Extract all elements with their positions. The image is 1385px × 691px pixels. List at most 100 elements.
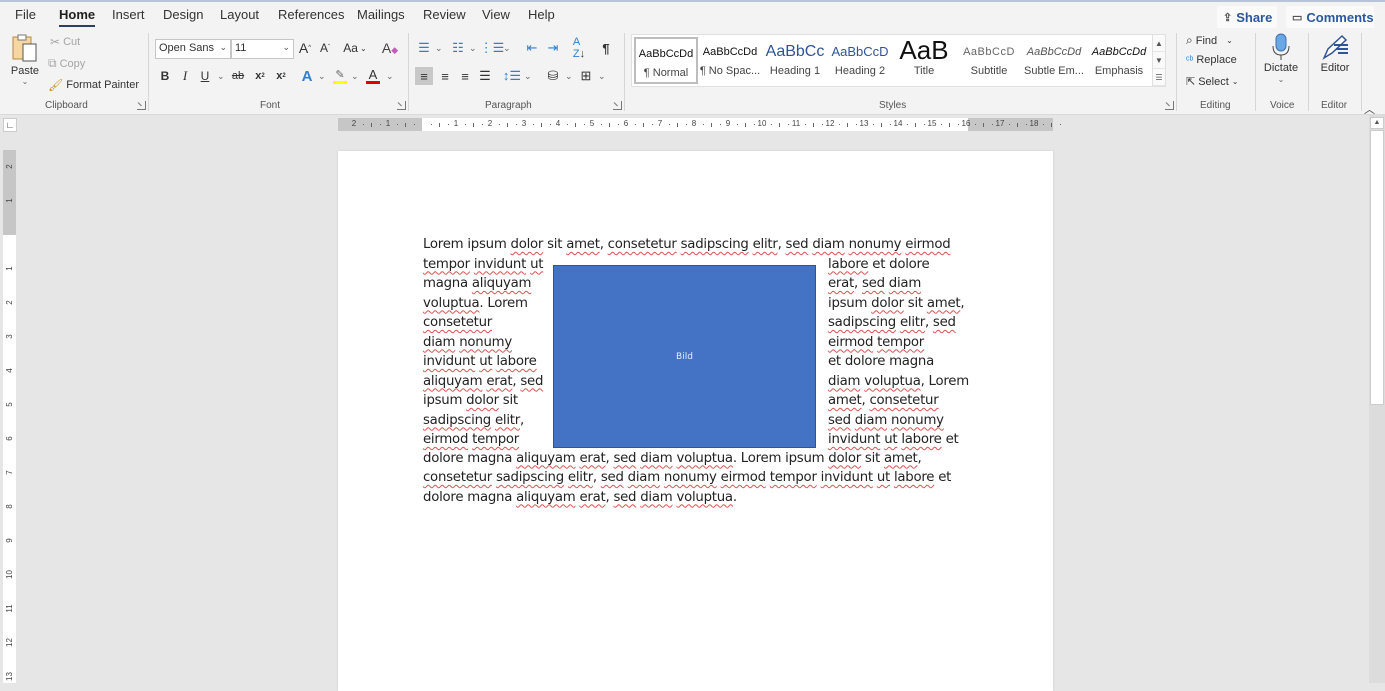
- text-effects-dropdown-icon[interactable]: ⌄: [318, 71, 326, 82]
- highlight-dropdown-icon[interactable]: ⌄: [351, 71, 359, 82]
- select-button[interactable]: ⇱ Select ⌄: [1186, 75, 1239, 89]
- comments-button[interactable]: ▭ Comments: [1286, 6, 1374, 28]
- tab-design[interactable]: Design: [163, 7, 203, 22]
- font-color-dropdown-icon[interactable]: ⌄: [386, 71, 394, 82]
- decrease-indent-button[interactable]: ⇤: [523, 39, 541, 57]
- increase-indent-button[interactable]: ⇥: [544, 39, 562, 57]
- text-line[interactable]: sadipscing elitr,: [423, 413, 524, 428]
- paragraph-dialog-launcher-icon[interactable]: [613, 101, 622, 110]
- font-name-combo[interactable]: Open Sans ⌄: [155, 39, 231, 59]
- font-dialog-launcher-icon[interactable]: [397, 101, 406, 110]
- bold-button[interactable]: B: [156, 67, 174, 85]
- line-spacing-button[interactable]: ↕☰: [503, 67, 521, 85]
- text-line[interactable]: ipsum dolor sit amet,: [828, 296, 965, 311]
- style-subtle-emphasis[interactable]: AaBbCcDd Subtle Em...: [1022, 37, 1086, 84]
- text-line[interactable]: consetetur: [423, 315, 492, 330]
- text-line[interactable]: magna aliquyam: [423, 276, 531, 291]
- italic-button[interactable]: I: [176, 67, 194, 85]
- line-spacing-dropdown-icon[interactable]: ⌄: [524, 71, 532, 82]
- style-subtitle[interactable]: AaBbCcD Subtitle: [957, 37, 1021, 84]
- underline-button[interactable]: U: [196, 67, 214, 85]
- multilevel-dropdown-icon[interactable]: ⌄: [503, 43, 511, 54]
- gallery-more-button[interactable]: ☰: [1153, 69, 1165, 86]
- shrink-font-button[interactable]: Aˇ: [316, 39, 334, 57]
- style-emphasis[interactable]: AaBbCcDd Emphasis: [1087, 37, 1151, 84]
- scroll-thumb[interactable]: [1370, 130, 1384, 405]
- clear-formatting-button[interactable]: A◆: [381, 39, 399, 57]
- document-page[interactable]: Bild Lorem ipsum dolor sit amet, consete…: [338, 151, 1053, 691]
- bullets-dropdown-icon[interactable]: ⌄: [435, 43, 443, 54]
- tab-review[interactable]: Review: [423, 7, 466, 22]
- align-center-button[interactable]: ≡: [436, 67, 454, 85]
- style-title[interactable]: AaB Title: [892, 37, 956, 84]
- numbering-dropdown-icon[interactable]: ⌄: [469, 43, 477, 54]
- tab-mailings[interactable]: Mailings: [357, 7, 405, 22]
- text-line[interactable]: erat, sed diam: [828, 276, 921, 291]
- text-line[interactable]: amet, consetetur: [828, 393, 939, 408]
- tab-layout[interactable]: Layout: [220, 7, 259, 22]
- editor-button[interactable]: Editor: [1316, 33, 1354, 74]
- tab-selector-icon[interactable]: ∟: [3, 118, 17, 132]
- style-heading-2[interactable]: AaBbCcD Heading 2: [828, 37, 892, 84]
- find-button[interactable]: ⌕ Find ⌄: [1186, 33, 1233, 48]
- text-line[interactable]: aliquyam erat, sed: [423, 374, 543, 389]
- vertical-scrollbar[interactable]: ▲: [1369, 115, 1385, 683]
- text-line[interactable]: diam voluptua, Lorem: [828, 374, 969, 389]
- numbering-button[interactable]: ☷: [449, 39, 467, 57]
- text-line[interactable]: consetetur sadipscing elitr, sed diam no…: [423, 470, 951, 485]
- clipboard-dialog-launcher-icon[interactable]: [137, 101, 146, 110]
- font-color-button[interactable]: A: [364, 67, 382, 85]
- text-line[interactable]: dolore magna aliquyam erat, sed diam vol…: [423, 490, 737, 505]
- horizontal-ruler[interactable]: 2 1 1 2 3 4 5 6 7 8 9 10 11 12 13 14 15 16 17 18: [338, 118, 1061, 131]
- show-formatting-marks-button[interactable]: ¶: [597, 39, 615, 57]
- text-effects-button[interactable]: A: [298, 67, 316, 85]
- tab-home[interactable]: Home: [59, 7, 96, 27]
- font-size-combo[interactable]: 11 ⌄: [231, 39, 294, 59]
- text-line[interactable]: labore et dolore: [828, 257, 930, 272]
- bullets-button[interactable]: ☰: [415, 39, 433, 57]
- text-line[interactable]: eirmod tempor: [423, 432, 519, 447]
- format-painter-button[interactable]: 🖌 Format Painter: [48, 78, 139, 92]
- style-normal[interactable]: AaBbCcDd ¶ Normal: [634, 37, 698, 84]
- gallery-down-button[interactable]: ▼: [1153, 52, 1165, 69]
- tab-view[interactable]: View: [482, 7, 510, 22]
- text-line[interactable]: sadipscing elitr, sed: [828, 315, 956, 330]
- text-line[interactable]: eirmod tempor: [828, 335, 924, 350]
- inline-image-placeholder[interactable]: Bild: [553, 265, 816, 448]
- sort-button[interactable]: A Z↓: [570, 36, 588, 60]
- tab-help[interactable]: Help: [528, 7, 555, 22]
- align-right-button[interactable]: ≡: [456, 67, 474, 85]
- text-line[interactable]: dolore magna aliquyam erat, sed diam vol…: [423, 451, 922, 466]
- grow-font-button[interactable]: A ^: [296, 39, 314, 57]
- text-line[interactable]: invidunt ut labore et: [828, 432, 959, 447]
- text-line[interactable]: tempor invidunt ut: [423, 257, 543, 272]
- text-line[interactable]: et dolore magna: [828, 354, 934, 369]
- tab-references[interactable]: References: [278, 7, 344, 22]
- style-heading-1[interactable]: AaBbCc Heading 1: [763, 37, 827, 84]
- text-line[interactable]: voluptua. Lorem: [423, 296, 528, 311]
- text-line[interactable]: sed diam nonumy: [828, 413, 944, 428]
- underline-dropdown-icon[interactable]: ⌄: [217, 71, 225, 82]
- cut-button[interactable]: ✂ Cut: [50, 35, 80, 49]
- replace-button[interactable]: ᶜᵇ Replace: [1186, 54, 1237, 66]
- highlight-button[interactable]: ✎: [331, 67, 349, 85]
- text-line[interactable]: diam nonumy: [423, 335, 512, 350]
- text-line[interactable]: Lorem ipsum dolor sit amet, consetetur s…: [423, 237, 951, 252]
- text-line[interactable]: invidunt ut labore: [423, 354, 537, 369]
- borders-button[interactable]: ⊞: [577, 67, 595, 85]
- subscript-button[interactable]: x2: [251, 67, 269, 85]
- shading-button[interactable]: ⛁: [544, 67, 562, 85]
- justify-button[interactable]: ☰: [476, 67, 494, 85]
- dictate-button[interactable]: Dictate ⌄: [1262, 33, 1300, 84]
- tab-insert[interactable]: Insert: [112, 7, 145, 22]
- paste-button[interactable]: Paste ⌄: [10, 33, 40, 86]
- scroll-up-button[interactable]: ▲: [1370, 117, 1384, 129]
- copy-button[interactable]: ⧉ Copy: [48, 56, 85, 71]
- style-no-spacing[interactable]: AaBbCcDd ¶ No Spac...: [698, 37, 762, 84]
- share-button[interactable]: ⇪ Share: [1217, 6, 1277, 28]
- superscript-button[interactable]: x2: [272, 67, 290, 85]
- multilevel-list-button[interactable]: ⋮☰: [480, 39, 505, 57]
- strikethrough-button[interactable]: ab: [229, 67, 247, 85]
- gallery-up-button[interactable]: ▲: [1153, 35, 1165, 52]
- vertical-ruler[interactable]: 2 1 1 2 3 4 5 6 7 8 9 10 11 12 13: [3, 150, 16, 683]
